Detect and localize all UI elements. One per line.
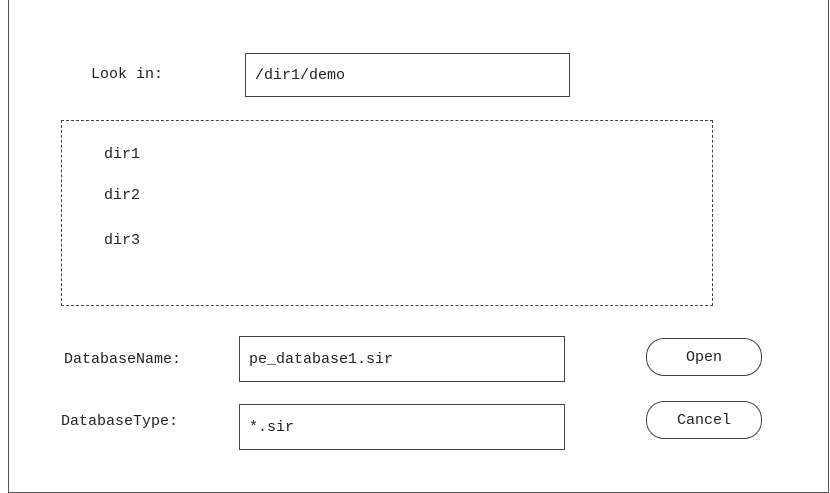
database-name-field[interactable] xyxy=(239,336,565,382)
database-name-label: DatabaseName: xyxy=(64,351,182,368)
look-in-label: Look in: xyxy=(91,66,164,83)
database-type-field[interactable] xyxy=(239,404,565,450)
directory-item-dir2[interactable]: dir2 xyxy=(104,187,140,204)
cancel-button[interactable]: Cancel xyxy=(646,401,762,439)
database-name-input[interactable] xyxy=(249,350,564,368)
open-database-dialog: Look in: dir1 dir2 dir3 DatabaseName: Da… xyxy=(8,0,829,493)
database-type-input[interactable] xyxy=(249,418,564,436)
open-button[interactable]: Open xyxy=(646,338,762,376)
look-in-field[interactable] xyxy=(245,53,570,97)
database-type-label: DatabaseType: xyxy=(61,413,179,430)
directory-item-dir1[interactable]: dir1 xyxy=(104,146,140,163)
directory-item-dir3[interactable]: dir3 xyxy=(104,232,140,249)
directory-list[interactable]: dir1 dir2 dir3 xyxy=(61,120,713,306)
look-in-input[interactable] xyxy=(255,66,569,84)
